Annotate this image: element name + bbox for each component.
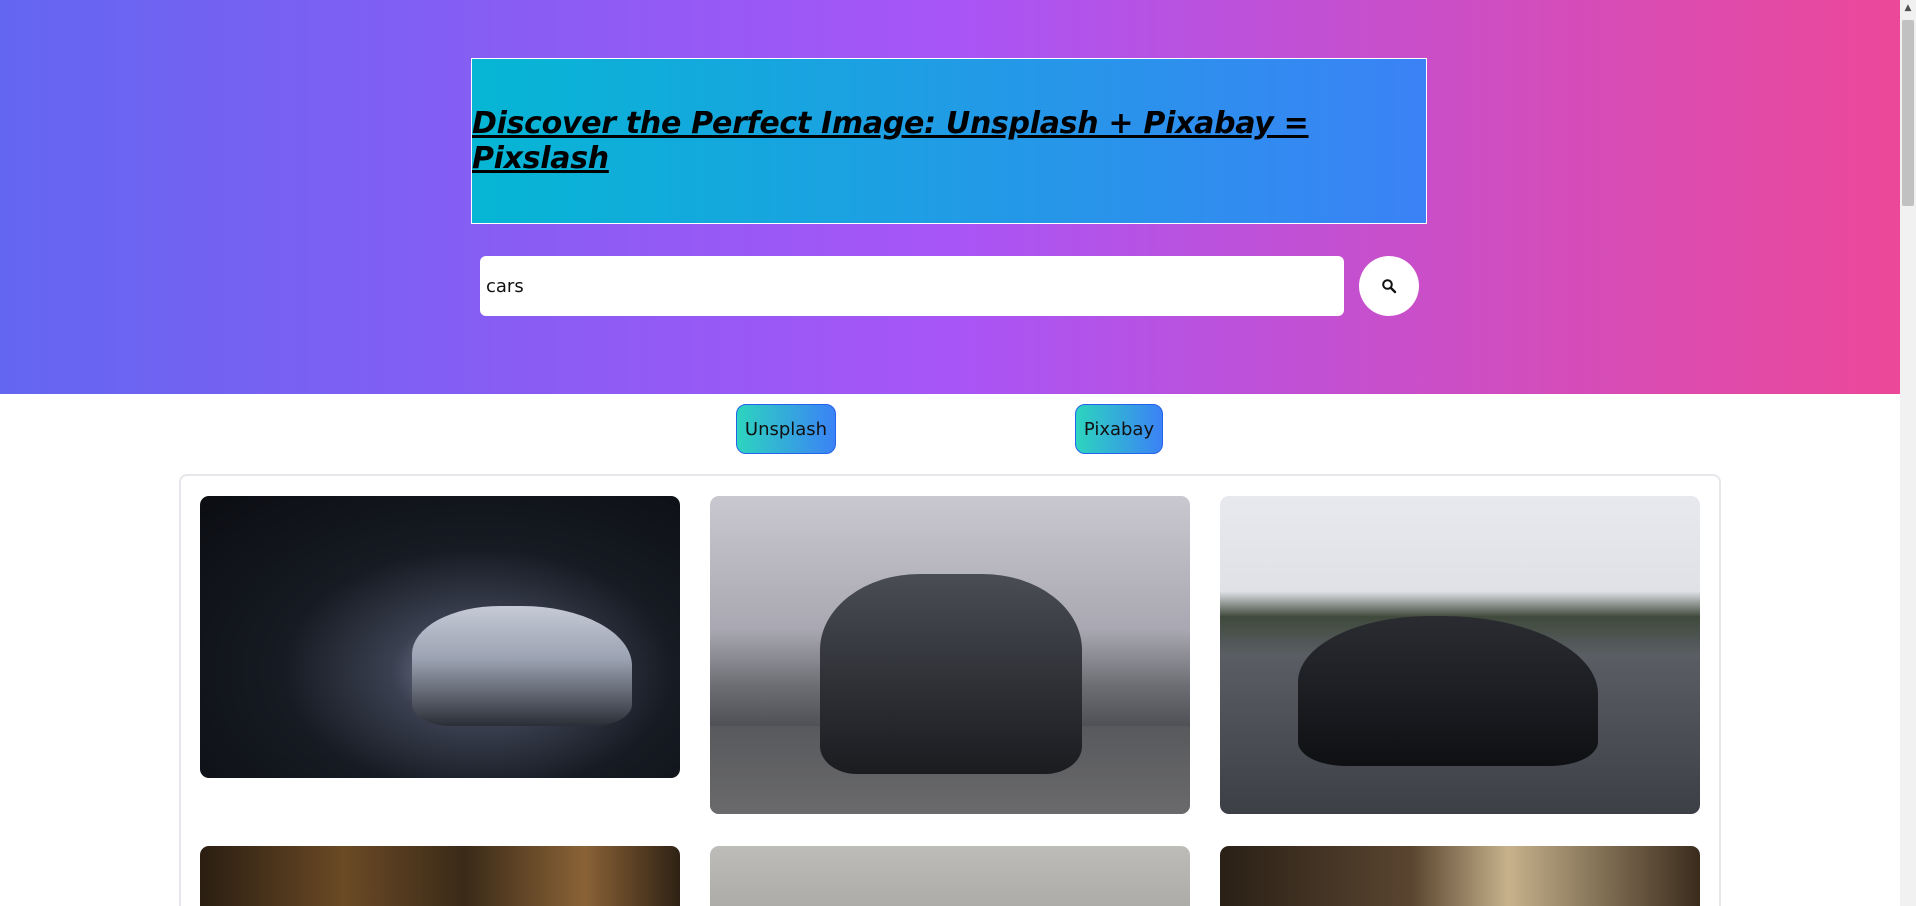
gallery-image[interactable]: [200, 846, 680, 906]
search-icon: [1382, 279, 1397, 294]
car-shape: [820, 574, 1082, 774]
gallery-image[interactable]: [1220, 496, 1700, 814]
pixabay-button[interactable]: Pixabay: [1075, 404, 1163, 454]
hero-section: Discover the Perfect Image: Unsplash + P…: [0, 0, 1900, 394]
hero-banner: Discover the Perfect Image: Unsplash + P…: [471, 58, 1427, 224]
car-shape: [1298, 616, 1598, 766]
vertical-scrollbar[interactable]: ▲: [1900, 0, 1916, 906]
car-shape: [412, 606, 632, 726]
search-input[interactable]: [480, 256, 1344, 316]
page-title: Discover the Perfect Image: Unsplash + P…: [472, 106, 1309, 176]
gallery-image[interactable]: [710, 496, 1190, 814]
scroll-up-arrow-icon[interactable]: ▲: [1900, 0, 1916, 16]
search-button[interactable]: [1359, 256, 1419, 316]
page: Discover the Perfect Image: Unsplash + P…: [0, 0, 1900, 906]
scrollbar-thumb[interactable]: [1902, 20, 1914, 206]
gallery-image[interactable]: [200, 496, 680, 778]
gallery-image[interactable]: [1220, 846, 1700, 906]
unsplash-button[interactable]: Unsplash: [736, 404, 836, 454]
gallery-image[interactable]: [710, 846, 1190, 906]
